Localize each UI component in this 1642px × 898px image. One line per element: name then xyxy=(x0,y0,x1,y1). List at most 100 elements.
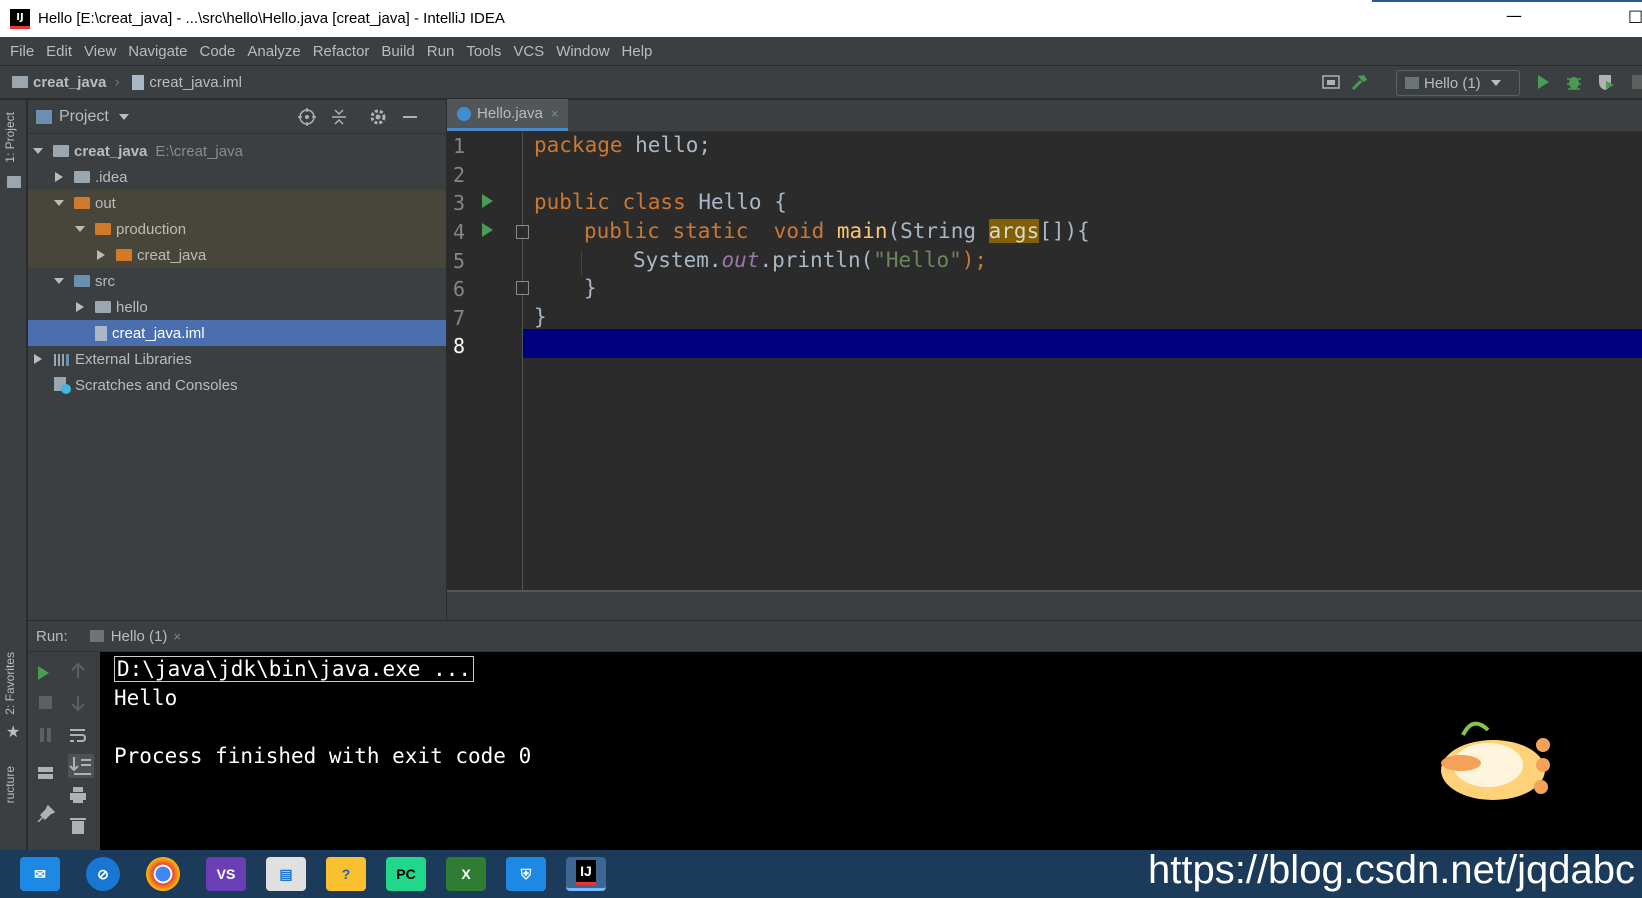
up-arrow-icon[interactable] xyxy=(68,662,88,680)
menu-refactor[interactable]: Refactor xyxy=(313,43,370,60)
menu-window[interactable]: Window xyxy=(556,43,609,60)
menu-vcs[interactable]: VCS xyxy=(513,43,544,60)
browser-app-icon[interactable]: ⊘ xyxy=(86,857,120,891)
folder-icon xyxy=(12,76,28,88)
help-app-icon[interactable]: ? xyxy=(326,857,366,891)
code-editor[interactable]: 1 2 3 4 5 6 7 8 package hello; public cl… xyxy=(447,133,1642,590)
rerun-icon[interactable] xyxy=(38,666,49,680)
hide-panel-icon[interactable] xyxy=(401,108,419,126)
chevron-right-icon[interactable] xyxy=(32,354,44,364)
run-class-gutter-icon[interactable] xyxy=(482,194,493,208)
pycharm-app-icon[interactable]: PC xyxy=(386,857,426,891)
chevron-down-icon[interactable] xyxy=(53,278,65,284)
menu-view[interactable]: View xyxy=(84,43,116,60)
print-icon[interactable] xyxy=(68,786,88,804)
editor-horizontal-scrollbar[interactable] xyxy=(447,590,1642,620)
menu-build[interactable]: Build xyxy=(381,43,414,60)
locate-target-icon[interactable] xyxy=(298,108,316,126)
fold-marker-icon[interactable] xyxy=(516,281,529,295)
chevron-down-icon[interactable] xyxy=(32,148,44,154)
menu-file[interactable]: File xyxy=(10,43,34,60)
file-app-icon[interactable]: ▤ xyxy=(266,857,306,891)
line-number: 3 xyxy=(453,191,466,215)
run-config-select[interactable]: Hello (1) xyxy=(1396,70,1520,96)
trash-icon[interactable] xyxy=(68,816,88,834)
coverage-icon[interactable] xyxy=(1597,73,1615,91)
excel-app-icon[interactable]: X xyxy=(446,857,486,891)
tree-item-out[interactable]: out xyxy=(28,190,446,216)
tree-item-production-creat-java[interactable]: creat_java xyxy=(28,242,446,268)
project-view-selector[interactable]: Project xyxy=(36,108,129,126)
menu-tools[interactable]: Tools xyxy=(466,43,501,60)
structure-tool-tab[interactable]: ructure xyxy=(3,766,17,803)
gear-icon[interactable] xyxy=(369,108,387,126)
line-number: 4 xyxy=(453,220,466,244)
tree-item-scratches[interactable]: Scratches and Consoles xyxy=(28,372,446,398)
tree-item-production[interactable]: production xyxy=(28,216,446,242)
run-play-icon[interactable] xyxy=(1538,75,1549,89)
console-line-command[interactable]: D:\java\jdk\bin\java.exe ... xyxy=(114,655,1642,684)
breadcrumb-file[interactable]: creat_java.iml xyxy=(132,74,242,91)
close-icon[interactable]: × xyxy=(551,106,559,121)
scroll-to-end-icon[interactable] xyxy=(68,754,94,778)
tree-item-creat-java[interactable]: creat_java E:\creat_java xyxy=(28,138,446,164)
stop-icon[interactable] xyxy=(1632,75,1642,89)
tree-item-creat-java-iml[interactable]: creat_java.iml xyxy=(28,320,446,346)
soft-wrap-icon[interactable] xyxy=(68,726,88,744)
excluded-folder-icon xyxy=(95,223,111,235)
pin-icon[interactable] xyxy=(36,804,56,822)
run-main-gutter-icon[interactable] xyxy=(482,223,493,237)
menu-analyze[interactable]: Analyze xyxy=(247,43,300,60)
scratches-icon xyxy=(54,377,71,394)
menu-run[interactable]: Run xyxy=(427,43,455,60)
build-hammer-icon[interactable] xyxy=(1350,72,1370,92)
code-line-3: public class Hello { xyxy=(534,190,787,214)
chevron-down-icon[interactable] xyxy=(74,226,86,232)
stop-icon[interactable] xyxy=(36,694,56,712)
tab-hello-java[interactable]: Hello.java × xyxy=(447,99,569,131)
intellij-app-icon: IJ xyxy=(10,8,30,29)
breadcrumb-file-label: creat_java.iml xyxy=(149,73,242,91)
chevron-right-icon[interactable] xyxy=(53,172,65,182)
run-panel: Run: Hello (1) × D:\java\jdk\bin\java.ex… xyxy=(28,621,1642,850)
collapse-all-icon[interactable] xyxy=(330,108,348,126)
menu-help[interactable]: Help xyxy=(622,43,653,60)
console-output[interactable]: D:\java\jdk\bin\java.exe ... Hello Proce… xyxy=(100,652,1642,850)
menu-navigate[interactable]: Navigate xyxy=(128,43,187,60)
tree-item-label: out xyxy=(95,194,116,212)
current-line-highlight xyxy=(447,329,1642,358)
menu-edit[interactable]: Edit xyxy=(46,43,72,60)
chevron-right-icon[interactable] xyxy=(74,302,86,312)
visual-studio-app-icon[interactable]: VS xyxy=(206,857,246,891)
menu-code[interactable]: Code xyxy=(199,43,235,60)
chrome-app-icon[interactable] xyxy=(146,857,180,891)
tree-item-hello[interactable]: hello xyxy=(28,294,446,320)
tree-item-idea[interactable]: .idea xyxy=(28,164,446,190)
down-arrow-icon[interactable] xyxy=(68,694,88,712)
mail-app-icon[interactable]: ✉ xyxy=(20,857,60,891)
close-icon[interactable]: × xyxy=(173,629,181,644)
project-tool-tab[interactable]: 1: Project xyxy=(3,112,17,163)
intellij-taskbar-button[interactable]: IJ xyxy=(566,857,606,891)
run-panel-label: Run: xyxy=(36,627,68,645)
source-folder-icon xyxy=(74,275,90,287)
layout-icon[interactable] xyxy=(1322,74,1340,90)
project-panel-header: Project xyxy=(28,100,446,134)
fold-marker-icon[interactable] xyxy=(516,225,529,239)
minimize-button[interactable]: — xyxy=(1506,6,1522,25)
breadcrumb-project[interactable]: creat_java xyxy=(12,74,106,91)
run-tab-hello[interactable]: Hello (1) × xyxy=(89,628,181,645)
project-panel: Project creat_java E:\creat_java .idea o… xyxy=(28,100,446,620)
favorites-tool-tab[interactable]: 2: Favorites xyxy=(3,652,17,715)
debug-bug-icon[interactable] xyxy=(1565,73,1583,91)
maximize-button[interactable]: □ xyxy=(1628,6,1642,25)
chevron-right-icon[interactable] xyxy=(95,250,107,260)
pause-icon[interactable] xyxy=(36,726,56,744)
url-watermark: https://blog.csdn.net/jqdabc xyxy=(1148,848,1635,892)
restore-layout-icon[interactable] xyxy=(36,764,56,782)
chevron-down-icon[interactable] xyxy=(53,200,65,206)
tree-item-src[interactable]: src xyxy=(28,268,446,294)
tree-item-external-libraries[interactable]: External Libraries xyxy=(28,346,446,372)
security-app-icon[interactable]: ⛨ xyxy=(506,857,546,891)
